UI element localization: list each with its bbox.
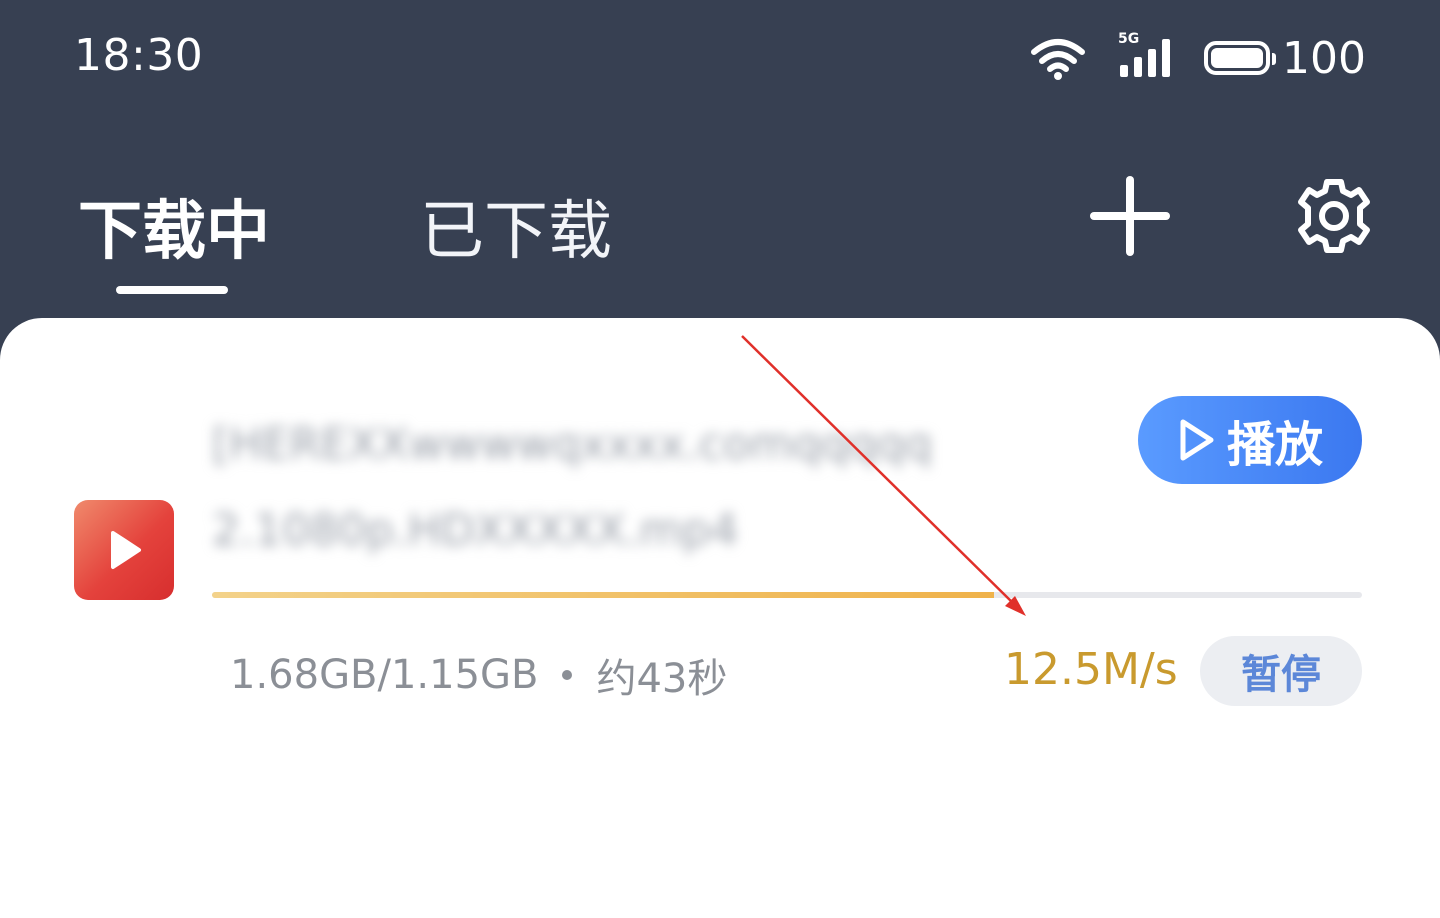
download-file-name[interactable]: [HEREXXwwwwqxxxx.comqqqqq 2.1080p.HDXXXX… — [212, 402, 1012, 574]
file-name-line-2: 2.1080p.HDXXXXX.mp4 — [212, 505, 739, 556]
play-outline-icon — [1180, 419, 1214, 461]
play-button-label: 播放 — [1226, 417, 1323, 473]
download-size: 1.68GB/1.15GB — [230, 652, 539, 698]
play-button[interactable]: 播放 — [1138, 396, 1362, 484]
separator-dot — [562, 670, 573, 680]
status-time: 18:30 — [74, 30, 204, 81]
download-eta: 约43秒 — [596, 656, 728, 702]
plus-icon — [1090, 176, 1170, 256]
active-tab-indicator — [116, 286, 228, 294]
video-play-icon — [111, 531, 141, 569]
battery-fill — [1211, 48, 1264, 68]
status-icons: 5G 100 — [1030, 28, 1366, 88]
download-speed: 12.5M/s — [1004, 644, 1178, 695]
file-name-line-1: [HEREXXwwwwqxxxx.comqqqqq — [212, 419, 933, 470]
download-progress-fill — [212, 592, 994, 598]
battery-level: 100 — [1282, 32, 1366, 84]
settings-button[interactable] — [1294, 176, 1374, 256]
battery-icon — [1204, 41, 1277, 75]
download-progress-bar — [212, 592, 1362, 598]
cellular-signal-icon: 5G — [1118, 31, 1176, 81]
tab-downloading[interactable]: 下载中 — [78, 180, 270, 272]
video-file-icon — [74, 500, 174, 600]
status-bar: 18:30 5G 100 — [0, 0, 1440, 120]
add-download-button[interactable] — [1090, 176, 1170, 256]
pause-button[interactable]: 暂停 — [1200, 636, 1362, 706]
tab-downloaded[interactable]: 已下载 — [420, 180, 612, 272]
network-type-label: 5G — [1118, 31, 1140, 47]
wifi-icon — [1031, 39, 1086, 80]
download-meta: 1.68GB/1.15GB 约43秒 — [230, 646, 727, 704]
gear-icon — [1298, 179, 1370, 253]
